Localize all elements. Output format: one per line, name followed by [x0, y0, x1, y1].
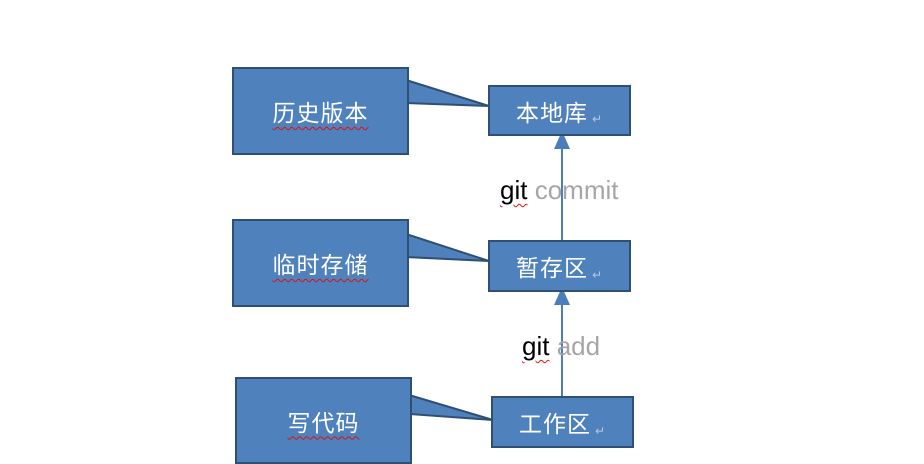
command-add-arg: add	[556, 331, 601, 361]
callout-pointer-history	[405, 78, 490, 107]
stage-working-dir-label: 工作区	[518, 412, 591, 438]
callout-pointer-code	[408, 393, 494, 421]
stage-working-dir: 工作区 ↵	[491, 396, 634, 448]
callout-history-label: 历史版本	[272, 101, 369, 127]
callout-write-code: 写代码	[235, 377, 412, 464]
callout-temp-storage: 临时存储	[232, 219, 409, 307]
command-add: git add	[522, 331, 600, 362]
return-mark-icon: ↵	[594, 424, 607, 438]
stage-local-repo: 本地库 ↵	[488, 85, 631, 136]
command-commit: git commit	[500, 175, 618, 206]
command-commit-git: git	[500, 175, 528, 205]
callout-temp-storage-label: 临时存储	[272, 253, 369, 279]
callout-pointer-temp	[405, 232, 490, 262]
stage-staging-area: 暂存区 ↵	[488, 240, 631, 292]
return-mark-icon: ↵	[591, 112, 604, 126]
connectors	[405, 78, 570, 421]
stage-local-repo-label: 本地库	[515, 100, 588, 127]
return-mark-icon: ↵	[591, 268, 604, 282]
command-commit-arg: commit	[534, 175, 619, 205]
command-add-git: git	[522, 331, 550, 361]
callout-write-code-label: 写代码	[287, 410, 360, 437]
callout-history: 历史版本	[232, 67, 409, 155]
stage-staging-area-label: 暂存区	[515, 256, 588, 282]
